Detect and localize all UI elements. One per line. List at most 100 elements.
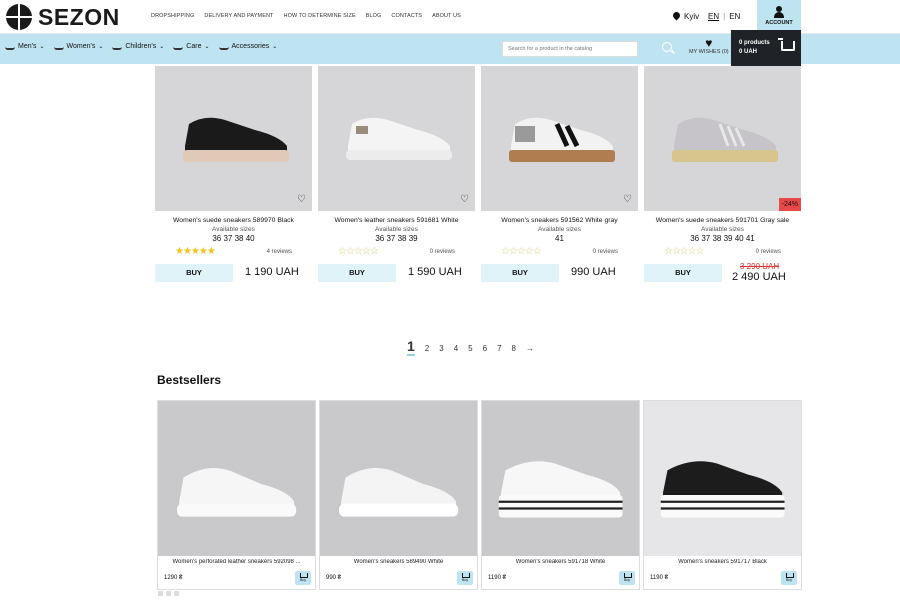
star-rating-icon: ☆☆☆☆☆: [338, 246, 379, 257]
product-card[interactable]: ♡ Women's leather sneakers 591681 White …: [318, 66, 475, 284]
bestseller-card[interactable]: Women's sneakers 589490 White 990 ₴ Buy: [319, 400, 478, 590]
carousel-dot[interactable]: [174, 591, 179, 596]
page-link[interactable]: 3: [439, 344, 443, 353]
buy-button[interactable]: BUY: [481, 264, 559, 282]
lang-option-active[interactable]: EN: [708, 12, 719, 21]
page-link[interactable]: 4: [454, 344, 458, 353]
category-accessories[interactable]: Accessories ⌄: [218, 43, 277, 50]
product-rating: ☆☆☆☆☆ 0 reviews: [481, 246, 638, 257]
buy-button[interactable]: BUY: [644, 264, 722, 282]
heart-icon[interactable]: ♡: [623, 194, 632, 205]
category-womens[interactable]: Women's ⌄: [53, 43, 103, 50]
page-link[interactable]: 2: [425, 344, 429, 353]
page-link[interactable]: 5: [468, 344, 472, 353]
section-title: Bestsellers: [157, 373, 222, 387]
product-name[interactable]: Women's sneakers 591562 White gray: [481, 217, 638, 224]
star-rating-icon: ☆☆☆☆☆: [501, 246, 542, 257]
bestseller-card[interactable]: Women's perforated leather sneakers 5920…: [157, 400, 316, 590]
user-icon: [774, 6, 784, 18]
buy-button[interactable]: BUY: [318, 264, 396, 282]
review-count[interactable]: 0 reviews: [430, 249, 455, 255]
wishlist-button[interactable]: ♥ MY WISHES (0): [689, 36, 729, 55]
star-rating-icon: ☆☆☆☆☆: [664, 246, 705, 257]
product-name[interactable]: Women's sneakers 589490 White: [320, 559, 477, 565]
review-count[interactable]: 4 reviews: [267, 249, 292, 255]
category-childrens[interactable]: Children's ⌄: [112, 43, 164, 50]
cart-buy-button[interactable]: Buy: [295, 571, 311, 585]
page-link[interactable]: 7: [497, 344, 501, 353]
account-button[interactable]: ACCOUNT: [757, 0, 801, 30]
product-image[interactable]: [482, 401, 639, 556]
nav-blog[interactable]: BLOG: [366, 13, 382, 19]
carousel-dots: [158, 591, 179, 596]
buy-button[interactable]: BUY: [155, 264, 233, 282]
review-count[interactable]: 0 reviews: [593, 249, 618, 255]
category-care[interactable]: Care ⌄: [173, 43, 210, 50]
arrow-right-icon[interactable]: →: [526, 344, 534, 353]
search-input[interactable]: [502, 41, 638, 57]
bestseller-card[interactable]: Women's sneakers 591718 White 1190 ₴ Buy: [481, 400, 640, 590]
nav-dropshipping[interactable]: DROPSHIPPING: [151, 13, 194, 19]
product-image[interactable]: [320, 401, 477, 556]
available-sizes-label: Available sizes: [375, 226, 418, 233]
product-rating: ★★★★★ 4 reviews: [155, 246, 312, 257]
search-icon[interactable]: [662, 42, 672, 52]
product-sizes: 36 37 38 39: [375, 234, 418, 243]
product-price: 2 490 UAH: [732, 271, 786, 283]
product-image[interactable]: [644, 401, 801, 556]
logo-text: SEZON: [38, 3, 120, 30]
nav-size-guide[interactable]: HOW TO DETERMINE SIZE: [284, 13, 356, 19]
cart-button[interactable]: 0 products 0 UAH: [731, 30, 801, 68]
chevron-down-icon: ⌄: [204, 44, 210, 50]
product-image[interactable]: [158, 401, 315, 556]
carousel-dot[interactable]: [166, 591, 171, 596]
sneaker-white-image: [346, 117, 452, 160]
category-menu: Men's ⌄ Women's ⌄ Children's ⌄ Care ⌄ Access…: [5, 43, 286, 50]
product-card[interactable]: ♡ Women's suede sneakers 589970 Black Av…: [155, 66, 312, 284]
page-link[interactable]: 8: [512, 344, 516, 353]
product-name[interactable]: Women's suede sneakers 589970 Black: [155, 217, 312, 224]
product-price: 1290 ₴: [164, 575, 183, 581]
nav-delivery-payment[interactable]: DELIVERY AND PAYMENT: [204, 13, 273, 19]
logo[interactable]: SEZON: [6, 4, 120, 30]
product-rating: ☆☆☆☆☆ 0 reviews: [644, 246, 801, 257]
product-sizes: 36 37 38 40: [212, 234, 255, 243]
product-sizes: 36 37 38 39 40 41: [690, 234, 755, 243]
available-sizes-label: Available sizes: [538, 226, 581, 233]
product-sizes: 41: [555, 234, 564, 243]
product-name[interactable]: Women's perforated leather sneakers 5920…: [158, 559, 315, 565]
cart-buy-button[interactable]: Buy: [457, 571, 473, 585]
cart-buy-button[interactable]: Buy: [781, 571, 797, 585]
review-count[interactable]: 0 reviews: [756, 249, 781, 255]
product-image[interactable]: -24%: [644, 66, 801, 211]
product-card[interactable]: -24% Women's suede sneakers 591701 Gray …: [644, 66, 801, 284]
buy-row: BUY 3 290 UAH 2 490 UAH: [644, 262, 801, 284]
heart-icon[interactable]: ♡: [460, 194, 469, 205]
product-name[interactable]: Women's suede sneakers 591701 Gray sale: [644, 217, 801, 224]
heart-icon[interactable]: ♡: [297, 194, 306, 205]
page-link[interactable]: 6: [483, 344, 487, 353]
product-grid: ♡ Women's suede sneakers 589970 Black Av…: [155, 66, 801, 296]
product-name[interactable]: Women's sneakers 591718 White: [482, 559, 639, 565]
page-current[interactable]: 1: [407, 338, 415, 356]
logo-mark-icon: [6, 4, 32, 30]
cart-buy-button[interactable]: Buy: [619, 571, 635, 585]
city-selector[interactable]: Kyiv: [673, 12, 699, 21]
product-image[interactable]: ♡: [155, 66, 312, 211]
product-image[interactable]: ♡: [481, 66, 638, 211]
nav-contacts[interactable]: CONTACTS: [391, 13, 422, 19]
sneaker-black-image: [183, 117, 289, 162]
category-mens[interactable]: Men's ⌄: [5, 43, 45, 50]
product-name[interactable]: Women's sneakers 591717 Black: [644, 559, 801, 565]
heart-icon: ♥: [705, 36, 713, 50]
available-sizes-label: Available sizes: [212, 226, 255, 233]
lang-option[interactable]: EN: [729, 12, 740, 21]
sneaker-platform-black-image: [660, 461, 785, 518]
product-image[interactable]: ♡: [318, 66, 475, 211]
product-card[interactable]: ♡ Women's sneakers 591562 White gray Ava…: [481, 66, 638, 284]
carousel-dot[interactable]: [158, 591, 163, 596]
nav-about-us[interactable]: ABOUT US: [432, 13, 461, 19]
bestseller-card[interactable]: Women's sneakers 591717 Black 1190 ₴ Buy: [643, 400, 802, 590]
product-name[interactable]: Women's leather sneakers 591681 White: [318, 217, 475, 224]
product-price: 990 UAH: [571, 266, 616, 278]
